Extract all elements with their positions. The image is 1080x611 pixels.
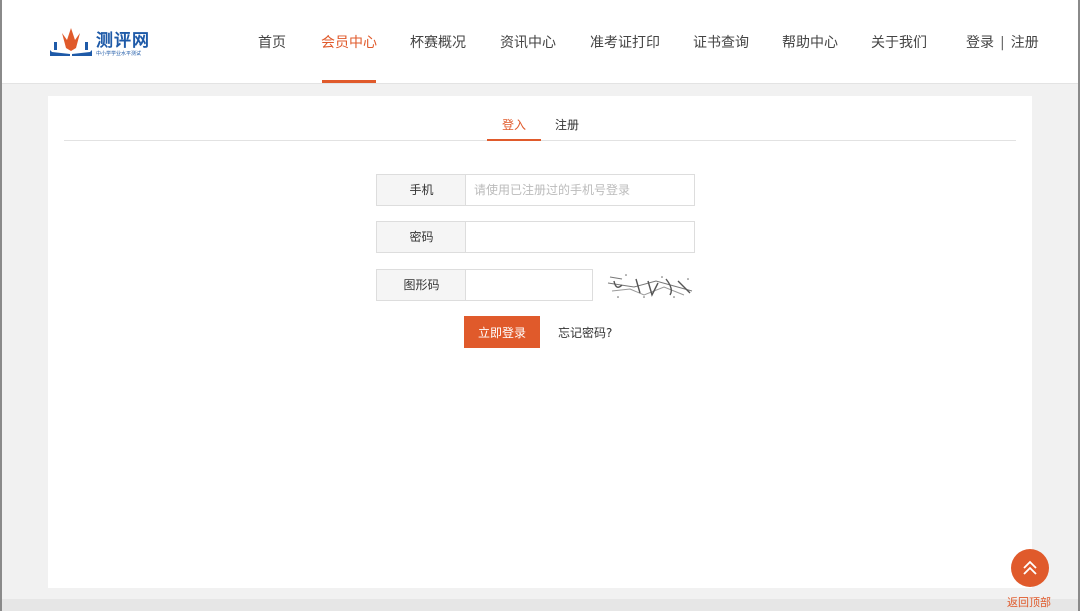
captcha-label: 图形码 <box>376 269 466 301</box>
tab-active-indicator <box>487 139 541 141</box>
nav-active-indicator <box>322 80 376 83</box>
captcha-input[interactable] <box>465 269 593 301</box>
tab-register[interactable]: 注册 <box>555 116 579 133</box>
book-flame-logo-icon <box>50 28 92 56</box>
nav-item-news[interactable]: 资讯中心 <box>500 32 556 52</box>
nav-item-about[interactable]: 关于我们 <box>871 32 927 52</box>
password-input[interactable] <box>465 221 695 253</box>
top-header: 测评网 中小学学业水平测试 首页 会员中心 杯赛概况 资讯中心 准考证打印 证书… <box>2 0 1078 84</box>
login-submit-button[interactable]: 立即登录 <box>464 316 540 348</box>
logo-title: 测评网 <box>96 31 150 51</box>
forgot-password-link[interactable]: 忘记密码? <box>558 324 612 341</box>
header-register-link[interactable]: 注册 <box>1011 35 1039 51</box>
back-to-top-button[interactable] <box>1011 549 1049 587</box>
nav-item-help[interactable]: 帮助中心 <box>782 32 838 52</box>
nav-item-admission-ticket[interactable]: 准考证打印 <box>590 32 660 52</box>
nav-item-home[interactable]: 首页 <box>258 32 286 52</box>
auth-separator: | <box>1000 35 1005 51</box>
tab-login[interactable]: 登入 <box>502 116 526 133</box>
captcha-image[interactable] <box>604 269 696 301</box>
double-chevron-up-icon <box>1023 560 1037 575</box>
footer-strip <box>2 599 1078 611</box>
login-card: 登入 注册 手机 密码 图形码 立即登录 忘记密码? <box>48 96 1032 588</box>
phone-label: 手机 <box>376 174 466 206</box>
nav-item-contest-overview[interactable]: 杯赛概况 <box>410 32 466 52</box>
phone-input[interactable] <box>465 174 695 206</box>
header-login-link[interactable]: 登录 <box>966 35 994 51</box>
logo-subtitle: 中小学学业水平测试 <box>96 51 142 57</box>
site-logo[interactable]: 测评网 中小学学业水平测试 <box>48 24 158 60</box>
nav-item-member-center[interactable]: 会员中心 <box>321 32 377 52</box>
nav-item-certificate-query[interactable]: 证书查询 <box>693 32 749 52</box>
auth-links: 登录 | 注册 <box>966 32 1039 52</box>
password-label: 密码 <box>376 221 466 253</box>
back-to-top-label[interactable]: 返回顶部 <box>1007 594 1051 610</box>
